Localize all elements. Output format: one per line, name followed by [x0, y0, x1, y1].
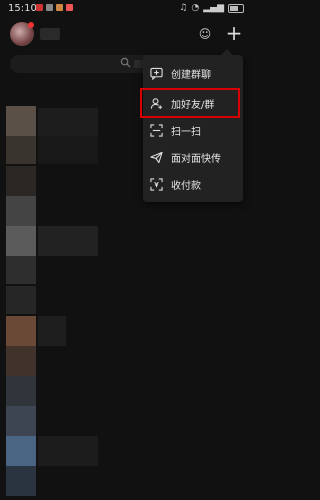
chat-avatar-blurred — [6, 406, 36, 436]
popup-menu: 创建群聊 加好友/群 扫一扫 面对面快传 收付款 — [143, 49, 243, 202]
status-icons: ♫ ◔ ▂▄▆ — [179, 3, 244, 13]
chat-avatar-blurred — [6, 136, 36, 164]
search-icon — [120, 57, 131, 71]
headphone-icon: ♫ — [179, 3, 188, 13]
notification-icon — [36, 4, 43, 11]
payment-icon — [149, 177, 163, 191]
notification-icon — [46, 4, 53, 11]
chat-avatar-blurred — [6, 436, 36, 466]
chat-text-blurred — [38, 136, 98, 164]
status-bar: 15:10 ♫ ◔ ▂▄▆ — [0, 0, 250, 18]
chat-avatar-blurred — [6, 286, 36, 314]
header: ☺ + — [0, 18, 250, 52]
notification-icon — [66, 4, 73, 11]
menu-item-face-to-face[interactable]: 面对面快传 — [143, 144, 243, 170]
chat-avatar-blurred — [6, 226, 36, 256]
mascot-icon[interactable]: ☺ — [198, 27, 212, 41]
chat-avatar-blurred — [6, 256, 36, 284]
chat-avatar-blurred — [6, 376, 36, 406]
menu-item-label: 创建群聊 — [171, 69, 211, 81]
wifi-icon: ◔ — [191, 3, 200, 13]
chat-avatar-blurred — [6, 106, 36, 136]
signal-icon: ▂▄▆ — [203, 3, 224, 13]
scan-icon — [149, 123, 163, 137]
chat-text-blurred — [38, 108, 98, 136]
notification-icon — [56, 4, 63, 11]
menu-item-scan[interactable]: 扫一扫 — [143, 117, 243, 143]
menu-item-payment[interactable]: 收付款 — [143, 171, 243, 197]
chat-avatar-blurred — [6, 316, 36, 346]
chat-add-icon — [149, 66, 163, 80]
menu-item-label: 收付款 — [171, 180, 201, 192]
chat-avatar-blurred — [6, 196, 36, 226]
chat-avatar-blurred — [6, 466, 36, 496]
chat-text-blurred — [38, 226, 98, 256]
send-icon — [149, 150, 163, 164]
battery-icon — [228, 3, 244, 13]
menu-item-label: 面对面快传 — [171, 153, 221, 165]
user-name-blurred — [40, 28, 60, 40]
plus-icon[interactable]: + — [224, 23, 244, 43]
status-time: 15:10 — [8, 3, 37, 14]
highlight-box — [140, 88, 240, 118]
menu-item-create-group[interactable]: 创建群聊 — [143, 60, 243, 86]
menu-item-label: 扫一扫 — [171, 126, 201, 138]
chat-avatar-blurred — [6, 346, 36, 376]
status-badge — [28, 22, 34, 28]
chat-text-blurred — [38, 316, 66, 346]
chat-avatar-blurred — [6, 166, 36, 196]
notification-icons — [36, 4, 73, 11]
chat-text-blurred — [38, 436, 98, 466]
